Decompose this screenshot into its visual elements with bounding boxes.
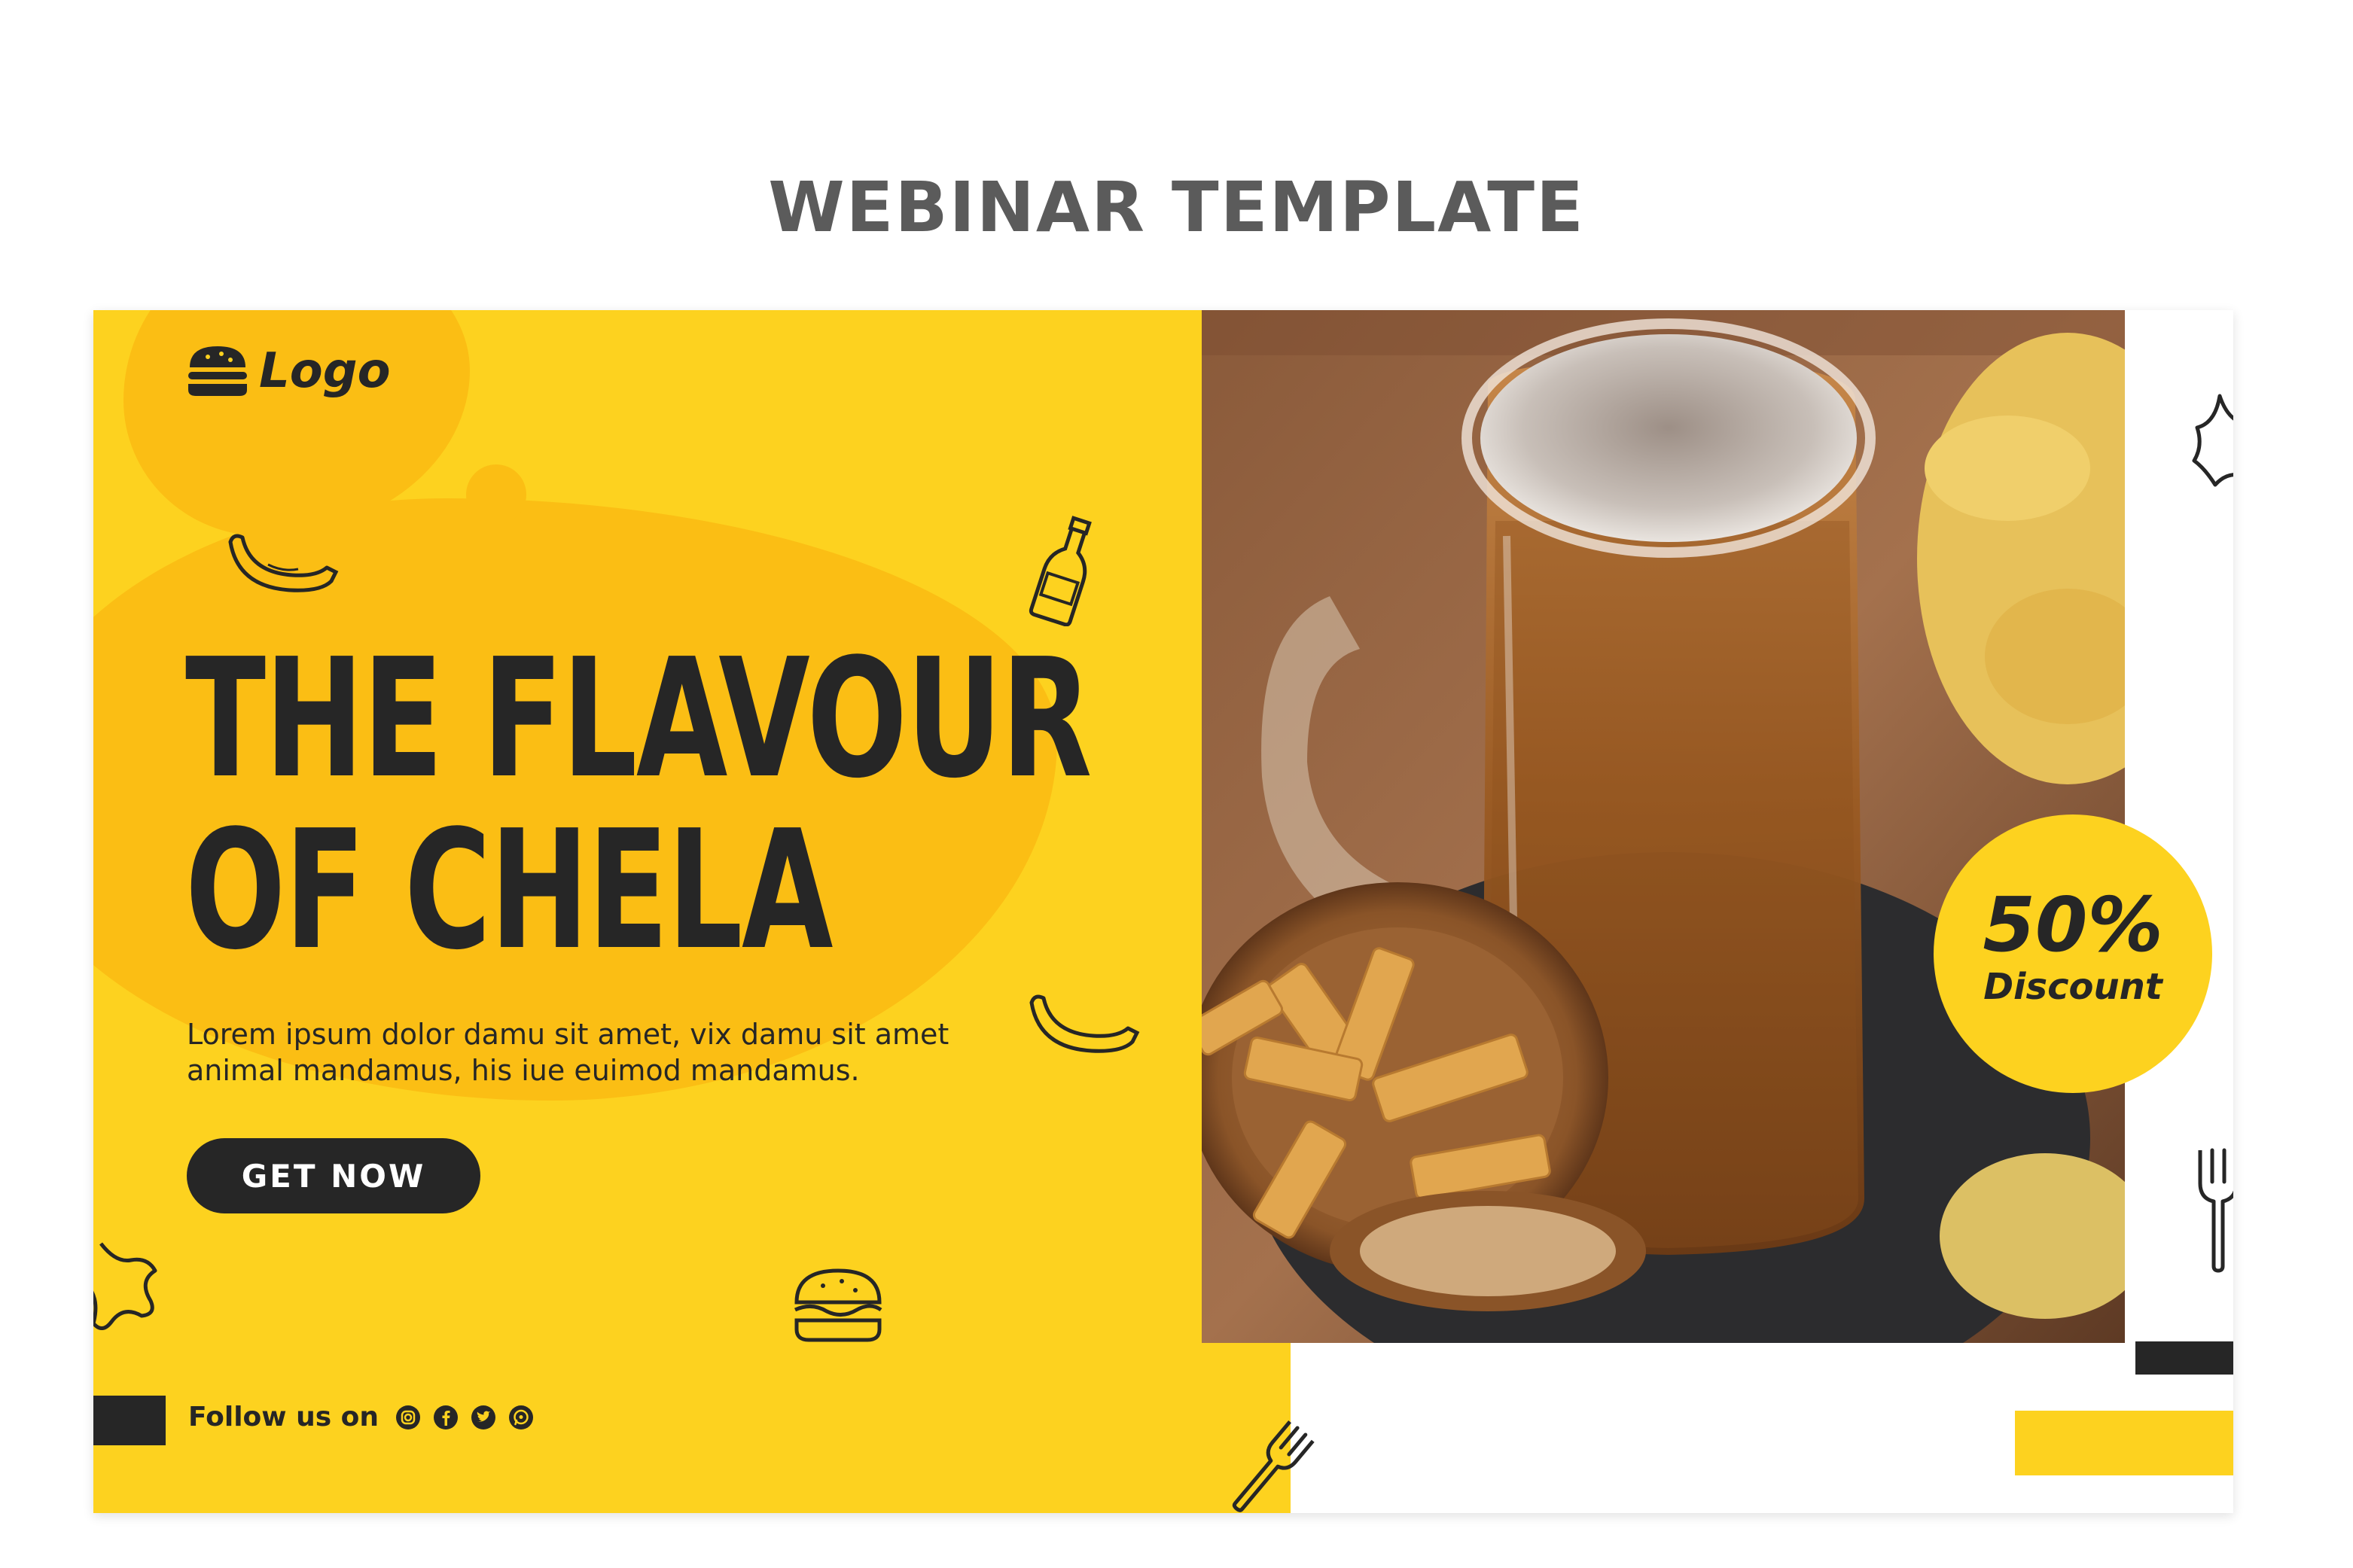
burger-icon (188, 346, 247, 396)
discount-value: 50% (1983, 881, 2163, 969)
discount-label: Discount (1983, 966, 2163, 1008)
star-snack-icon (93, 1242, 157, 1330)
whatsapp-icon[interactable] (508, 1405, 534, 1430)
brand-logo[interactable]: Logo (187, 343, 391, 399)
bottle-icon (1029, 516, 1092, 626)
get-now-button[interactable]: GET NOW (187, 1138, 480, 1213)
hero-title-line2: OF CHELA (185, 796, 833, 986)
discount-badge: 50% Discount (1934, 814, 2212, 1093)
decor-block-dark (2135, 1341, 2233, 1375)
decor-block-dark (93, 1396, 166, 1445)
decor-dot (466, 464, 526, 525)
burger-doodle-icon (794, 1268, 882, 1342)
logo-text: Logo (259, 343, 391, 399)
hero-title: THE FLAVOUR OF CHELA (185, 634, 1092, 977)
hero-description-line2: animal mandamus, his iue euimod mandamus… (187, 1054, 860, 1087)
fork-icon (1232, 1420, 1315, 1512)
webinar-banner: Logo THE FLAVOUR OF CHELA Lorem ipsum do… (93, 310, 2233, 1513)
decor-block-yellow (2015, 1411, 2233, 1475)
facebook-icon[interactable] (433, 1405, 459, 1430)
page-heading: WEBINAR TEMPLATE (768, 167, 1585, 248)
hero-description: Lorem ipsum dolor damu sit amet, vix dam… (187, 1016, 1053, 1088)
yellow-panel: Logo THE FLAVOUR OF CHELA Lorem ipsum do… (93, 310, 1291, 1513)
hero-title-line1: THE FLAVOUR (185, 624, 1092, 814)
hero-description-line1: Lorem ipsum dolor damu sit amet, vix dam… (187, 1018, 949, 1051)
instagram-icon[interactable] (395, 1405, 421, 1430)
twitter-icon[interactable] (471, 1405, 496, 1430)
sausage-icon (228, 534, 339, 592)
beer-snacks-photo (1202, 310, 2125, 1343)
fork-icon (2198, 1148, 2233, 1273)
follow-label: Follow us on (188, 1402, 379, 1433)
social-follow: Follow us on (188, 1402, 534, 1433)
star-snack-icon (2192, 394, 2233, 487)
